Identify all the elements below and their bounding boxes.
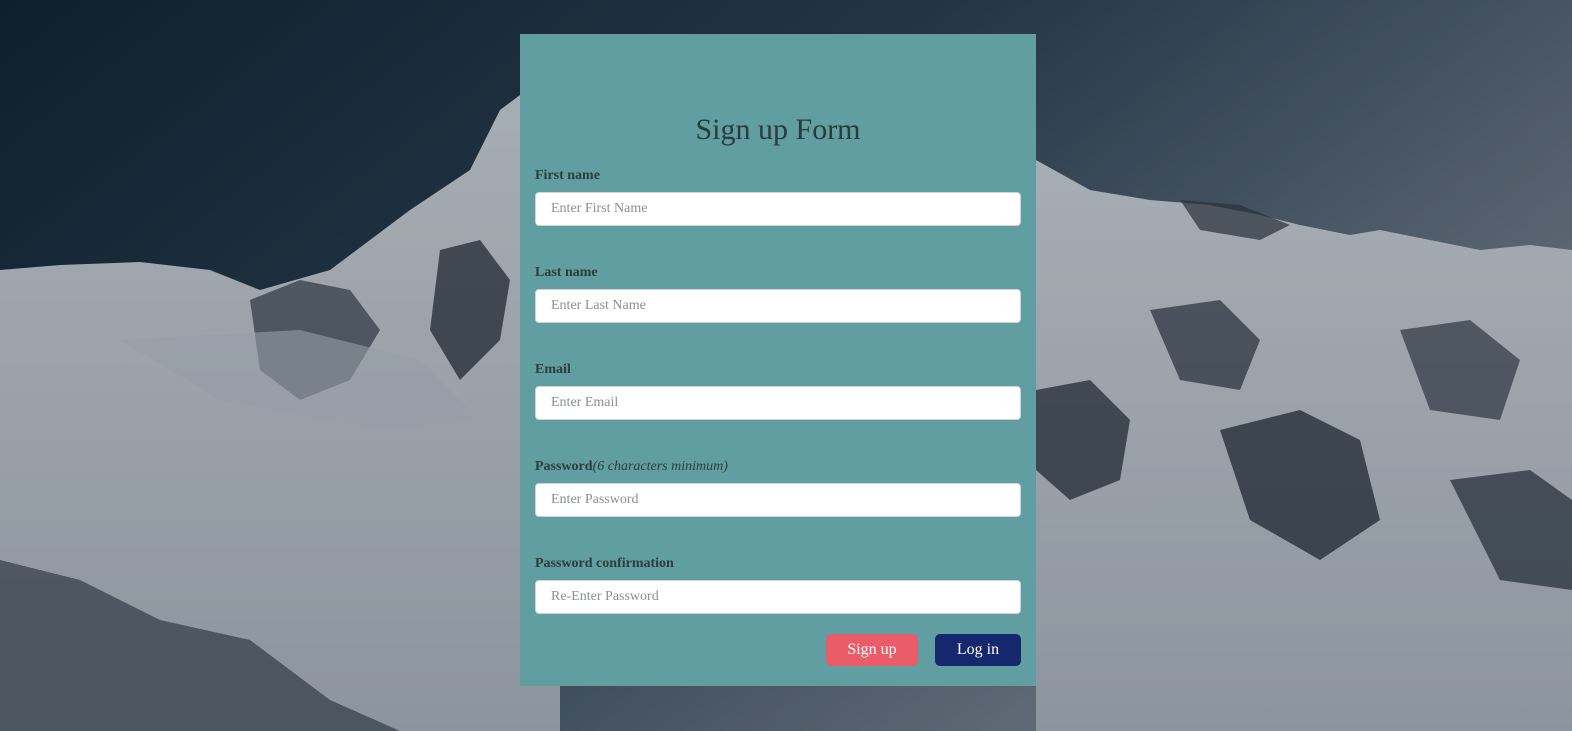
password-label: Password(6 characters minimum) (535, 459, 1021, 475)
last-name-label-text: Last name (535, 265, 598, 280)
signup-form-card: Sign up Form First name Last name Email … (520, 34, 1036, 686)
last-name-label: Last name (535, 265, 1021, 281)
login-button[interactable]: Log in (935, 634, 1021, 666)
password-hint: (6 characters minimum) (592, 459, 728, 474)
password-group: Password(6 characters minimum) (535, 459, 1021, 517)
password-label-text: Password (535, 459, 593, 474)
first-name-input[interactable] (535, 192, 1021, 226)
first-name-label-text: First name (535, 168, 600, 183)
password-input[interactable] (535, 483, 1021, 517)
email-label: Email (535, 362, 1021, 378)
email-input[interactable] (535, 386, 1021, 420)
password-confirmation-label-text: Password confirmation (535, 556, 674, 571)
first-name-label: First name (535, 168, 1021, 184)
email-label-text: Email (535, 362, 571, 377)
last-name-input[interactable] (535, 289, 1021, 323)
form-actions: Sign up Log in (826, 634, 1021, 666)
last-name-group: Last name (535, 265, 1021, 323)
email-group: Email (535, 362, 1021, 420)
form-title: Sign up Form (695, 113, 861, 146)
first-name-group: First name (535, 168, 1021, 226)
password-confirmation-input[interactable] (535, 580, 1021, 614)
signup-button[interactable]: Sign up (826, 634, 918, 666)
password-confirmation-group: Password confirmation (535, 556, 1021, 614)
password-confirmation-label: Password confirmation (535, 556, 1021, 572)
